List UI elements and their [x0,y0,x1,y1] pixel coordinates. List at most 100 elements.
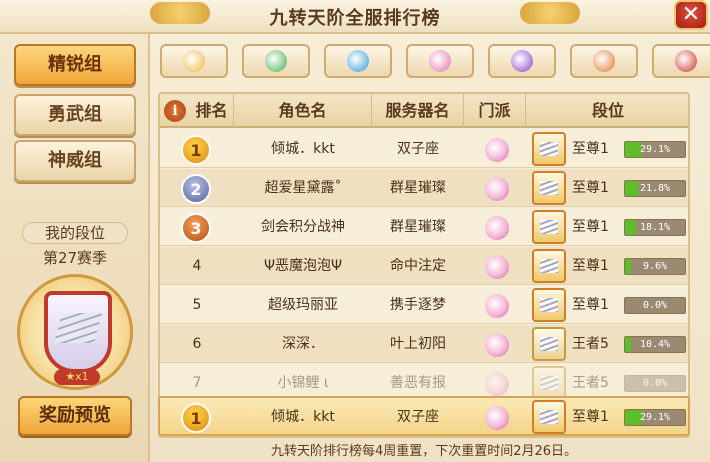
tier-label: 至尊1 [572,297,609,313]
server-name: 群星璀璨 [390,219,446,235]
tier-icon [532,288,566,322]
left-panel: 精锐组 勇武组 神威组 我的段位 第27赛季 ★x1 奖励预览 [0,34,150,462]
tab-brave-group[interactable]: 勇武组 [14,94,136,136]
table-row[interactable]: 3 剑会积分战神 群星璀璨 至尊1 18.1% [160,208,688,246]
tier-icon [532,366,566,400]
server-name: 命中注定 [390,258,446,274]
sect-6-icon [593,50,615,72]
server-name: 双子座 [397,409,439,425]
close-button[interactable]: ✕ [674,0,708,30]
rank-badge: 2 [181,174,211,204]
filter-sect-3-button[interactable] [324,44,392,78]
tier-progress-bar: 10.4% [624,336,686,353]
ranking-table: i 排名 角色名 服务器名 门派 段位 1 倾城．kkt 双子座 至尊1 29.1% 2 超… [158,92,690,438]
server-name: 叶上初阳 [390,336,446,352]
page-title: 九转天阶全服排行榜 [269,8,441,29]
player-name: 倾城．kkt [271,141,335,157]
stairs-icon [53,313,103,343]
sect-7-icon [675,50,697,72]
title-bar: 九转天阶全服排行榜 ✕ [0,0,710,34]
tier-progress-bar: 21.8% [624,180,686,197]
my-rank-label: 我的段位 [22,222,128,244]
info-icon[interactable]: i [164,100,186,122]
rank-badge: 3 [181,213,211,243]
my-rank-row: 1 倾城．kkt 双子座 至尊1 29.1% [158,396,690,436]
header-sect: 门派 [464,94,526,128]
reward-preview-button[interactable]: 奖励预览 [18,396,132,436]
tier-progress-label: 0.0% [642,378,668,389]
tier-icon [532,327,566,361]
tier-progress-bar: 0.0% [624,375,686,392]
header-name: 角色名 [234,94,372,128]
table-row[interactable]: 2 超爱星黛露˚ 群星璀璨 至尊1 21.8% [160,169,688,207]
table-row[interactable]: 4 Ψ恶魔泡泡Ψ 命中注定 至尊1 9.6% [160,247,688,285]
tier-label: 至尊1 [572,219,609,235]
tier-progress-bar: 18.1% [624,219,686,236]
rank-number: 5 [192,297,202,313]
server-name: 携手逐梦 [390,297,446,313]
filter-sect-1-button[interactable] [160,44,228,78]
rank-number: 6 [192,336,202,352]
medal-shield [44,291,112,373]
table-header: i 排名 角色名 服务器名 门派 段位 [160,94,688,128]
tier-progress-bar: 0.0% [624,297,686,314]
tier-label: 至尊1 [572,409,609,425]
filter-sect-4-button[interactable] [406,44,474,78]
sect-icon [485,177,509,201]
sect-icon [485,406,509,430]
rank-badge: 1 [181,403,211,433]
tier-label: 至尊1 [572,141,609,157]
sect-2-icon [265,50,287,72]
rank-number: 4 [192,258,202,274]
sect-icon [485,138,509,162]
player-name: 超级玛丽亚 [268,297,338,313]
tier-progress-bar: 29.1% [624,409,686,426]
sect-4-icon [429,50,451,72]
tier-label: 至尊1 [572,180,609,196]
tier-icon [532,249,566,283]
rank-badge: 1 [181,135,211,165]
tab-elite-group[interactable]: 精锐组 [14,44,136,86]
tier-progress-label: 18.1% [639,222,671,233]
reset-notice: 九转天阶排行榜每4周重置，下次重置时间2月26日。 [270,444,578,459]
sect-icon [485,333,509,357]
header-rank: 排名 [190,94,234,128]
player-name: Ψ恶魔泡泡Ψ [263,258,343,274]
tab-divine-group[interactable]: 神威组 [14,140,136,182]
player-name: 深深． [282,336,324,352]
tier-label: 至尊1 [572,258,609,274]
tier-progress-label: 29.1% [639,412,671,423]
medal-stars: ★x1 [54,369,100,385]
sect-filter-row [160,44,710,80]
filter-sect-7-button[interactable] [652,44,710,78]
tier-progress-label: 29.1% [639,144,671,155]
header-tier: 段位 [591,101,624,120]
table-row[interactable]: 5 超级玛丽亚 携手逐梦 至尊1 0.0% [160,286,688,324]
tier-progress-label: 0.0% [642,300,668,311]
tier-progress-label: 9.6% [642,261,668,272]
sect-1-icon [183,50,205,72]
tier-label: 王者5 [572,336,609,352]
server-name: 双子座 [397,141,439,157]
tier-progress-bar: 29.1% [624,141,686,158]
sect-icon [485,372,509,396]
sect-icon [485,255,509,279]
filter-sect-5-button[interactable] [488,44,556,78]
season-label: 第27赛季 [42,249,108,267]
server-name: 群星璀璨 [390,180,446,196]
tier-icon [532,171,566,205]
sect-3-icon [347,50,369,72]
filter-sect-2-button[interactable] [242,44,310,78]
player-name: 剑会积分战神 [261,219,345,235]
table-row[interactable]: 6 深深． 叶上初阳 王者5 10.4% [160,325,688,363]
tier-icon [532,132,566,166]
sect-5-icon [511,50,533,72]
table-row[interactable]: 1 倾城．kkt 双子座 至尊1 29.1% [160,130,688,168]
tier-icon [532,400,566,434]
tier-progress-bar: 9.6% [624,258,686,275]
tier-progress-label: 10.4% [639,339,671,350]
player-name: 倾城．kkt [271,409,335,425]
filter-sect-6-button[interactable] [570,44,638,78]
tier-icon [532,210,566,244]
header-server: 服务器名 [372,94,464,128]
